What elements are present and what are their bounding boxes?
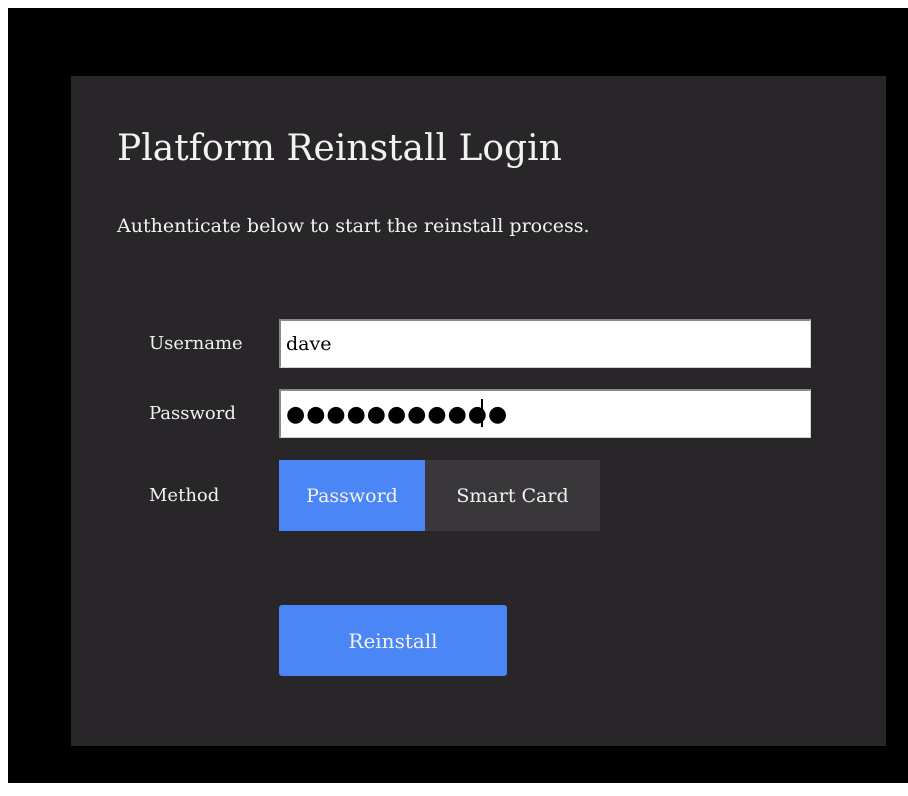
page-subtitle: Authenticate below to start the reinstal… xyxy=(117,215,590,237)
text-caret xyxy=(481,399,483,427)
reinstall-button[interactable]: Reinstall xyxy=(279,605,507,676)
method-selector: Password Smart Card xyxy=(279,460,600,531)
login-panel: Platform Reinstall Login Authenticate be… xyxy=(71,76,886,746)
method-smart-card-option[interactable]: Smart Card xyxy=(425,460,600,531)
username-input[interactable] xyxy=(279,319,811,368)
method-password-option[interactable]: Password xyxy=(279,460,425,531)
page-title: Platform Reinstall Login xyxy=(117,128,562,169)
username-label: Username xyxy=(149,333,243,354)
password-input[interactable] xyxy=(279,389,811,438)
password-label: Password xyxy=(149,403,236,424)
method-label: Method xyxy=(149,485,220,506)
screen-background: Platform Reinstall Login Authenticate be… xyxy=(8,8,908,783)
